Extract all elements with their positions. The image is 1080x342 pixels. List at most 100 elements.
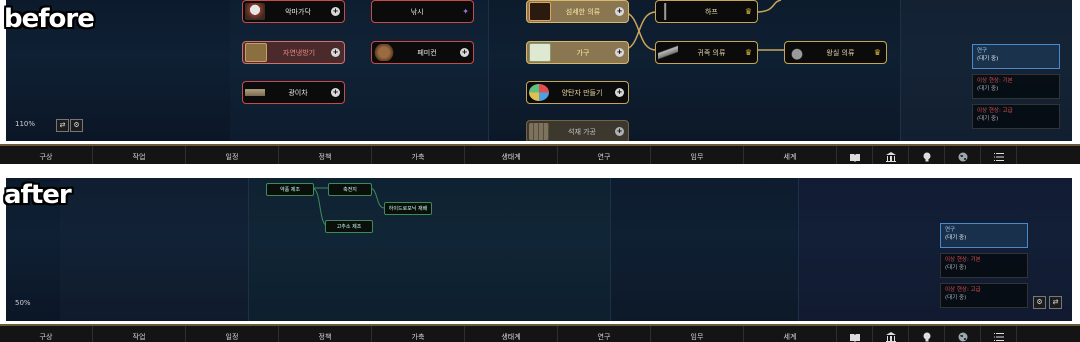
tab-world[interactable]: 세계 <box>744 146 837 164</box>
lightbulb-icon[interactable] <box>909 146 945 164</box>
tab-architect[interactable]: 구상 <box>0 146 93 164</box>
tab-animals[interactable]: 가축 <box>372 326 465 342</box>
list-icon[interactable] <box>981 146 1017 164</box>
mushroom-icon <box>245 3 265 20</box>
tab-quests[interactable]: 임무 <box>651 146 744 164</box>
crown-icon: ♛ <box>744 48 752 57</box>
harp-icon <box>658 3 678 20</box>
queue-item-anomaly-basic[interactable]: 이상 현상: 기본 (대기 중) <box>940 253 1028 278</box>
research-tree-view[interactable]: 악마가닥 + 낚시 ✦ 자연냉방기 + 페미컨 + 광이차 + 섬세한 의류 + <box>6 0 1072 141</box>
queue-title: 이상 현상: 고급 <box>945 287 981 293</box>
gear-icon[interactable]: ⚙ <box>1033 296 1046 309</box>
plus-icon[interactable]: + <box>615 88 624 97</box>
plus-icon[interactable]: + <box>331 48 340 57</box>
plus-icon[interactable]: + <box>331 7 340 16</box>
zoom-level: 50% <box>15 299 31 307</box>
node-label: 왕실 의류 <box>826 48 855 57</box>
node-medicine-production[interactable]: 약품 제조 <box>266 183 314 196</box>
tab-schedule[interactable]: 일정 <box>186 146 279 164</box>
lightbulb-icon[interactable] <box>909 326 945 342</box>
queue-item-anomaly-advanced[interactable]: 이상 현상: 고급 (대기 중) <box>972 104 1060 129</box>
noble-clothes-icon <box>658 44 678 61</box>
royal-clothes-icon <box>787 44 807 61</box>
tab-world[interactable]: 세계 <box>744 326 837 342</box>
queue-title: 이상 현상: 기본 <box>945 257 981 263</box>
tab-work[interactable]: 작업 <box>93 146 186 164</box>
node-fine-clothes[interactable]: 섬세한 의류 + <box>526 0 629 23</box>
stone-icon <box>529 123 549 140</box>
plus-icon[interactable]: + <box>460 48 469 57</box>
swap-icon[interactable]: ⇄ <box>56 119 69 132</box>
sparkle-icon: ✦ <box>462 7 469 16</box>
tab-schedule[interactable]: 일정 <box>186 326 279 342</box>
queue-status: (대기 중) <box>945 295 967 301</box>
node-stone-cutting[interactable]: 석재 가공 + <box>526 120 629 141</box>
book-icon[interactable] <box>837 146 873 164</box>
queue-status: (대기 중) <box>977 86 999 92</box>
queue-item-research[interactable]: 연구 (대기 중) <box>940 223 1028 248</box>
queue-status: (대기 중) <box>945 235 967 241</box>
swap-icon[interactable]: ⇄ <box>1049 296 1062 309</box>
node-mine-cart[interactable]: 광이차 + <box>242 81 345 104</box>
tab-wildlife[interactable]: 생태계 <box>465 146 558 164</box>
building-icon[interactable] <box>873 146 909 164</box>
book-icon[interactable] <box>837 326 873 342</box>
tab-quests[interactable]: 임무 <box>651 326 744 342</box>
pemmican-icon <box>374 44 394 61</box>
queue-item-anomaly-advanced[interactable]: 이상 현상: 고급 (대기 중) <box>940 283 1028 308</box>
tab-research[interactable]: 연구 <box>558 326 651 342</box>
tech-connections <box>311 187 385 227</box>
node-natural-cooling[interactable]: 자연냉방기 + <box>242 41 345 64</box>
tab-wildlife[interactable]: 생태계 <box>465 326 558 342</box>
tab-policies[interactable]: 정책 <box>279 146 372 164</box>
tab-work[interactable]: 작업 <box>93 326 186 342</box>
queue-item-anomaly-basic[interactable]: 이상 현상: 기본 (대기 중) <box>972 74 1060 99</box>
queue-title: 이상 현상: 기본 <box>977 78 1013 84</box>
plus-icon[interactable]: + <box>615 127 624 136</box>
node-quarry[interactable]: 축전지 <box>328 183 372 196</box>
after-panel: 약품 제조 축전지 하이드로포닉 재배 고추소 제조 연구 (대기 중) 이상 … <box>0 178 1080 342</box>
globe-icon[interactable] <box>945 326 981 342</box>
node-royal-clothes[interactable]: 왕실 의류 ♛ <box>784 41 887 64</box>
node-label: 하프 <box>704 7 718 16</box>
node-furniture[interactable]: 가구 + <box>526 41 629 64</box>
queue-status: (대기 중) <box>945 265 967 271</box>
node-label: 광이차 <box>288 88 308 97</box>
clothes-icon <box>529 2 551 21</box>
tab-animals[interactable]: 가축 <box>372 146 465 164</box>
gear-icon[interactable]: ⚙ <box>70 119 83 132</box>
plus-icon[interactable]: + <box>615 48 624 57</box>
node-harp[interactable]: 하프 ♛ <box>655 0 758 23</box>
plus-icon[interactable]: + <box>331 88 340 97</box>
research-tree-view[interactable]: 약품 제조 축전지 하이드로포닉 재배 고추소 제조 연구 (대기 중) 이상 … <box>6 178 1072 321</box>
queue-item-research[interactable]: 연구 (대기 중) <box>972 44 1060 69</box>
crown-icon: ♛ <box>873 48 881 57</box>
cooling-icon <box>245 43 267 62</box>
node-parasol[interactable]: 양탄자 만들기 + <box>526 81 629 104</box>
after-label: after <box>4 180 72 210</box>
queue-title: 연구 <box>977 48 988 54</box>
node-noble-clothes[interactable]: 귀족 의류 ♛ <box>655 41 758 64</box>
tab-research[interactable]: 연구 <box>558 146 651 164</box>
node-drug-production[interactable]: 고추소 제조 <box>325 220 373 233</box>
queue-status: (대기 중) <box>977 56 999 62</box>
building-icon[interactable] <box>873 326 909 342</box>
node-label: 귀족 의류 <box>697 48 726 57</box>
node-label: 자연냉방기 <box>282 48 316 57</box>
node-hydroponics[interactable]: 하이드로포닉 재배 <box>384 202 432 215</box>
tab-architect[interactable]: 구상 <box>0 326 93 342</box>
list-icon[interactable] <box>981 326 1017 342</box>
globe-icon[interactable] <box>945 146 981 164</box>
node-mushroom[interactable]: 악마가닥 + <box>242 0 345 23</box>
before-panel: 악마가닥 + 낚시 ✦ 자연냉방기 + 페미컨 + 광이차 + 섬세한 의류 + <box>0 0 1080 164</box>
tab-policies[interactable]: 정책 <box>279 326 372 342</box>
node-fishing[interactable]: 낚시 ✦ <box>371 0 474 23</box>
rug-icon <box>529 84 549 101</box>
node-label: 섬세한 의류 <box>565 7 601 16</box>
node-pemmican[interactable]: 페미컨 + <box>371 41 474 64</box>
minecart-icon <box>245 84 265 101</box>
plus-icon[interactable]: + <box>615 7 624 16</box>
queue-status: (대기 중) <box>977 116 999 122</box>
node-label: 석재 가공 <box>568 127 596 136</box>
main-tab-bar: 구상 작업 일정 정책 가축 생태계 연구 임무 세계 <box>0 324 1080 342</box>
